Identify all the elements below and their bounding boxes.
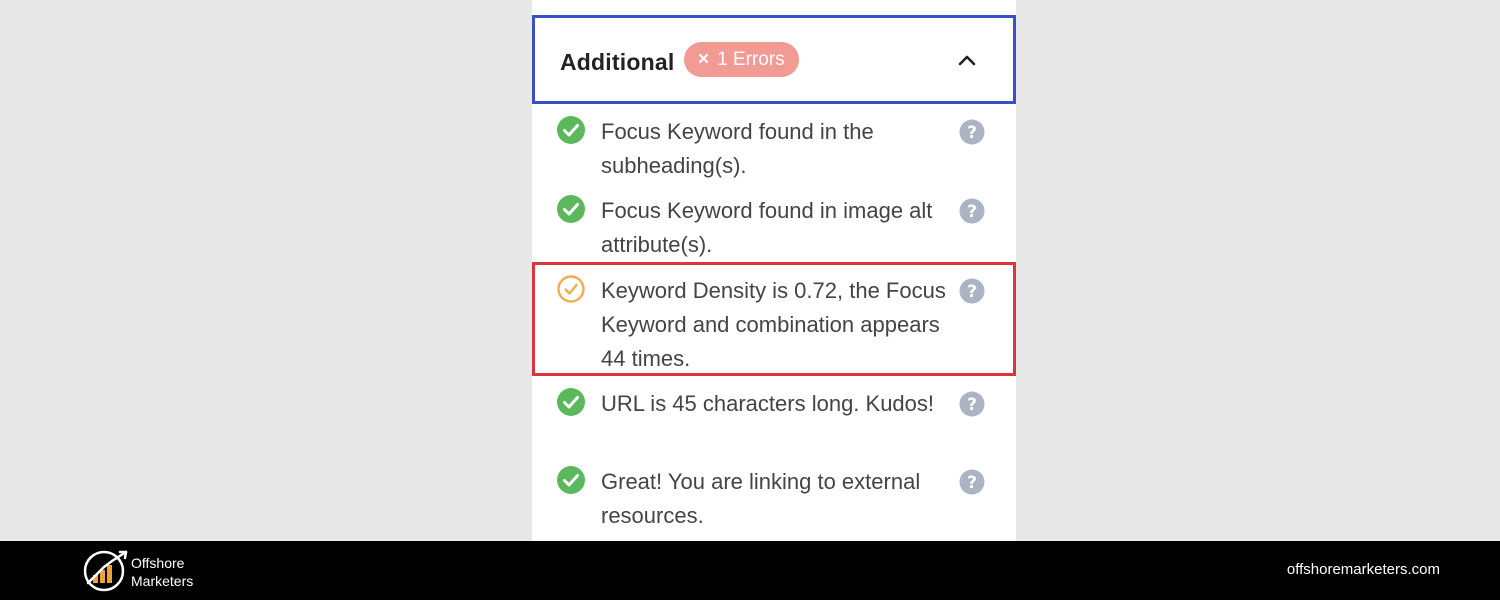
footer-bar: Offshore Marketers offshoremarketers.com xyxy=(0,541,1500,600)
svg-text:?: ? xyxy=(967,123,977,143)
chevron-up-icon[interactable] xyxy=(955,49,979,73)
svg-text:?: ? xyxy=(967,282,977,302)
check-item-text: Focus Keyword found in the subheading(s)… xyxy=(601,119,874,178)
help-icon[interactable]: ? xyxy=(959,469,985,495)
help-icon[interactable]: ? xyxy=(959,391,985,417)
additional-section-header[interactable]: Additional × 1 Errors xyxy=(532,15,1016,104)
check-circle-icon xyxy=(557,116,585,144)
check-item-text: Focus Keyword found in image alt attribu… xyxy=(601,198,933,257)
check-circle-icon xyxy=(557,195,585,223)
rising-bars-logo-icon xyxy=(83,550,128,592)
svg-text:?: ? xyxy=(967,473,977,493)
check-item-text: Keyword Density is 0.72, the Focus Keywo… xyxy=(601,278,946,371)
brand-name-line2: Marketers xyxy=(131,573,194,589)
check-item-text: Great! You are linking to external resou… xyxy=(601,469,921,528)
svg-text:?: ? xyxy=(967,395,977,415)
help-icon[interactable]: ? xyxy=(959,119,985,145)
seo-analysis-panel: Additional × 1 Errors Focus Keyword foun… xyxy=(532,0,1016,541)
brand-name-line1: Offshore xyxy=(131,555,185,571)
svg-text:?: ? xyxy=(967,202,977,222)
help-icon[interactable]: ? xyxy=(959,278,985,304)
close-icon: × xyxy=(698,49,710,70)
warning-check-circle-icon xyxy=(557,275,585,303)
check-circle-icon xyxy=(557,388,585,416)
error-count-badge: × 1 Errors xyxy=(684,42,799,77)
help-icon[interactable]: ? xyxy=(959,198,985,224)
section-title: Additional xyxy=(560,49,675,75)
error-count-label: 1 Errors xyxy=(717,49,785,70)
check-item-text: URL is 45 characters long. Kudos! xyxy=(601,391,935,416)
brand-name: Offshore Marketers xyxy=(131,554,221,590)
panel-top-strip xyxy=(532,0,1016,14)
check-circle-icon xyxy=(557,466,585,494)
site-url[interactable]: offshoremarketers.com xyxy=(1287,561,1440,579)
